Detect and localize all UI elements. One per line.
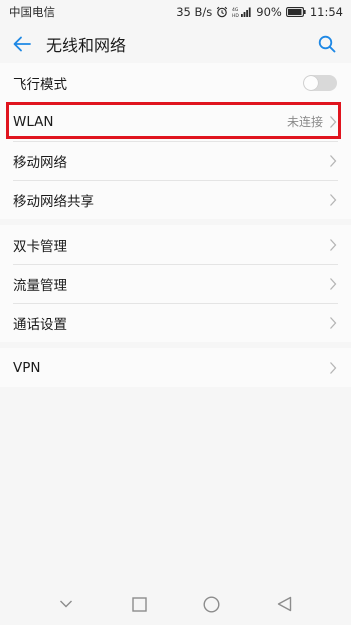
row-data-usage[interactable]: 流量管理 <box>0 264 351 303</box>
row-call-settings[interactable]: 通话设置 <box>0 303 351 342</box>
back-triangle-icon <box>277 596 292 612</box>
settings-group-sim: 双卡管理 流量管理 通话设置 <box>0 225 351 342</box>
status-bar: 中国电信 35 B/s 4G HD 90% 11:54 <box>0 0 351 24</box>
chevron-right-icon <box>330 193 337 206</box>
collapse-nav-button[interactable] <box>46 584 86 624</box>
home-button[interactable] <box>192 584 232 624</box>
svg-text:4G: 4G <box>232 7 239 13</box>
airplane-mode-toggle[interactable] <box>303 74 337 91</box>
alarm-icon <box>216 6 228 18</box>
page-title: 无线和网络 <box>46 36 127 55</box>
nav-back-button[interactable] <box>265 584 305 624</box>
row-wlan[interactable]: WLAN 未连接 <box>0 102 351 141</box>
row-dual-sim[interactable]: 双卡管理 <box>0 225 351 264</box>
back-button[interactable] <box>0 24 44 64</box>
status-icons: 35 B/s 4G HD 90% 11:54 <box>176 5 343 19</box>
battery-percent: 90% <box>256 5 282 19</box>
app-bar: 无线和网络 <box>0 24 351 64</box>
system-nav-bar <box>0 583 351 625</box>
wlan-status: 未连接 <box>286 115 323 129</box>
settings-group-vpn: VPN <box>0 348 351 387</box>
battery-icon <box>285 7 306 17</box>
recents-icon <box>131 596 147 612</box>
vpn-label: VPN <box>13 359 41 376</box>
row-mobile-network[interactable]: 移动网络 <box>0 141 351 180</box>
row-tethering[interactable]: 移动网络共享 <box>0 180 351 219</box>
svg-text:HD: HD <box>232 13 239 18</box>
call-settings-label: 通话设置 <box>13 316 67 333</box>
back-arrow-icon <box>13 36 31 52</box>
mobile-network-label: 移动网络 <box>13 154 67 171</box>
clock-time: 11:54 <box>309 5 343 19</box>
row-airplane-mode[interactable]: 飞行模式 <box>0 63 351 102</box>
chevron-right-icon <box>330 238 337 251</box>
chevron-right-icon <box>330 154 337 167</box>
tethering-label: 移动网络共享 <box>13 193 94 210</box>
collapse-icon <box>60 600 73 608</box>
chevron-right-icon <box>330 361 337 374</box>
row-vpn[interactable]: VPN <box>0 348 351 387</box>
search-button[interactable] <box>307 24 347 64</box>
search-icon <box>318 35 336 53</box>
chevron-right-icon <box>330 277 337 290</box>
signal-icon: 4G HD <box>232 6 252 18</box>
carrier-text: 中国电信 <box>9 5 55 19</box>
toggle-knob <box>304 75 318 90</box>
chevron-right-icon <box>330 316 337 329</box>
settings-group-network: 飞行模式 WLAN 未连接 移动网络 移动网络共享 <box>0 63 351 219</box>
wlan-label: WLAN <box>13 113 54 130</box>
home-icon <box>203 595 220 613</box>
chevron-right-icon <box>330 115 337 128</box>
network-speed: 35 B/s <box>176 5 213 19</box>
recents-button[interactable] <box>119 584 159 624</box>
dual-sim-label: 双卡管理 <box>13 238 67 255</box>
data-usage-label: 流量管理 <box>13 277 67 294</box>
airplane-mode-label: 飞行模式 <box>13 76 67 93</box>
